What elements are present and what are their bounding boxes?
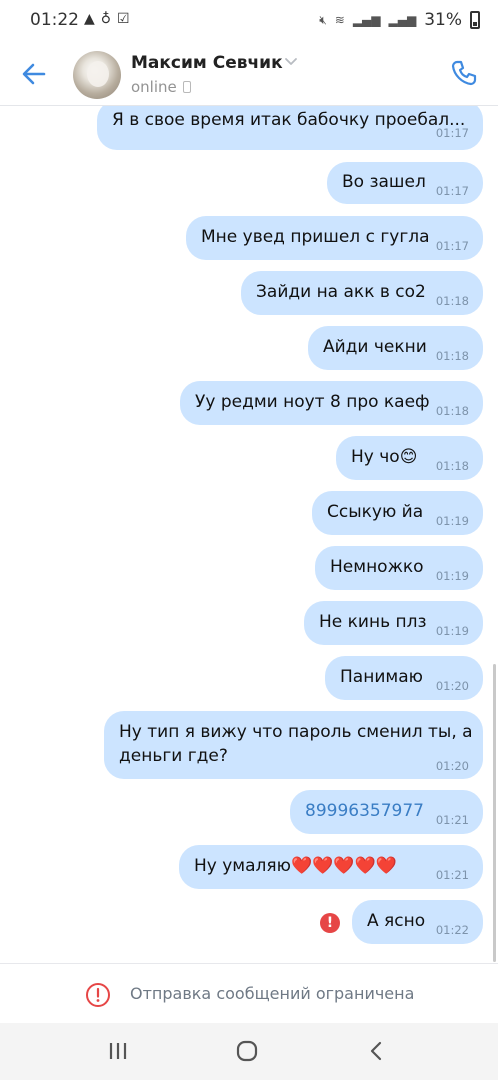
message-bubble[interactable]: Панимаю 01:20	[325, 656, 483, 700]
send-failed-icon[interactable]: !	[320, 913, 340, 933]
system-navbar	[0, 1023, 498, 1080]
message-time: 01:18	[435, 349, 469, 363]
message-time: 01:21	[435, 868, 469, 882]
contact-name[interactable]: Максим Севчик	[131, 53, 283, 73]
status-left-icons: ▲ ♁ ☑	[84, 10, 130, 28]
message-text: Не кинь плз	[319, 612, 427, 632]
recent-apps-icon	[109, 1043, 127, 1059]
message-time: 01:20	[435, 679, 469, 693]
message-time: 01:17	[435, 126, 469, 140]
wifi-calling-icon: ≋	[334, 13, 345, 27]
message-time: 01:19	[435, 624, 469, 638]
battery-icon	[470, 11, 480, 29]
message-text: Зайди на акк в со2	[256, 282, 426, 302]
status-bar: 01:22 ▲ ♁ ☑ 🔇︎ ≋ ▂▄▆ ▂▄▆ 31%	[0, 0, 498, 40]
home-button[interactable]	[232, 1036, 262, 1066]
avatar[interactable]	[73, 51, 121, 99]
battery-percent: 31%	[424, 10, 462, 30]
message-bubble[interactable]: 89996357977 01:21	[290, 790, 483, 834]
scrollbar[interactable]	[493, 664, 496, 962]
warning-icon: ▲	[84, 11, 95, 27]
back-icon	[370, 1041, 382, 1061]
nav-back-button[interactable]	[362, 1036, 392, 1066]
status-right-icons: 🔇︎ ≋ ▂▄▆ ▂▄▆ 31%	[319, 10, 480, 30]
message-bubble[interactable]: Ссыкую йа 01:19	[312, 491, 483, 535]
phone-icon	[451, 60, 477, 86]
phone-number-link[interactable]: 89996357977	[305, 799, 424, 823]
message-text: Мне увед пришел с гугла	[201, 227, 430, 247]
message-time: 01:19	[435, 569, 469, 583]
restriction-bar: Отправка сообщений ограничена	[0, 963, 498, 1023]
message-time: 01:18	[435, 404, 469, 418]
notification-icon: ♁	[100, 11, 112, 27]
message-text: Ну тип я вижу что пароль сменил ты, а де…	[119, 722, 473, 766]
message-bubble[interactable]: Ну чо😊 01:18	[336, 436, 483, 480]
contact-status: online	[131, 78, 191, 96]
message-text: Ссыкую йа	[327, 502, 424, 522]
message-bubble[interactable]: Ну тип я вижу что пароль сменил ты, а де…	[104, 711, 483, 779]
message-bubble[interactable]: Не кинь плз 01:19	[304, 601, 483, 645]
signal-icon: ▂▄▆	[352, 13, 381, 27]
signal-icon: ▂▄▆	[388, 13, 417, 27]
message-text: А ясно	[367, 911, 426, 931]
chat-header: Максим Севчик online	[0, 40, 498, 106]
mute-icon: 🔇︎	[319, 12, 327, 27]
message-time: 01:19	[435, 514, 469, 528]
message-bubble[interactable]: А ясно 01:22	[352, 900, 483, 944]
message-text: Айди чекни	[323, 337, 427, 357]
message-bubble[interactable]: Немножко 01:19	[315, 546, 483, 590]
message-bubble[interactable]: Айди чекни 01:18	[308, 326, 483, 370]
message-text: Я в свое время итак бабочку проебал...	[112, 110, 466, 130]
message-list[interactable]: Я в свое время итак бабочку проебал... 0…	[0, 106, 498, 963]
message-bubble[interactable]: Я в свое время итак бабочку проебал... 0…	[97, 106, 483, 150]
message-text: Немножко	[330, 557, 424, 577]
back-button[interactable]	[18, 58, 50, 90]
message-time: 01:17	[435, 239, 469, 253]
message-time: 01:17	[435, 184, 469, 198]
status-time: 01:22	[30, 10, 79, 30]
message-text: Уу редми ноут 8 про каеф	[195, 392, 430, 412]
message-time: 01:18	[435, 459, 469, 473]
message-bubble[interactable]: Уу редми ноут 8 про каеф 01:18	[180, 381, 483, 425]
message-bubble[interactable]: Зайди на акк в со2 01:18	[241, 271, 483, 315]
arrow-left-icon	[22, 63, 46, 85]
online-status: online	[131, 78, 177, 96]
message-time: 01:21	[435, 813, 469, 827]
mobile-device-icon	[182, 81, 191, 93]
message-time: 01:20	[435, 759, 469, 773]
message-bubble[interactable]: Ну умаляю❤️❤️❤️❤️❤️ 01:21	[179, 845, 483, 889]
message-bubble[interactable]: Мне увед пришел с гугла 01:17	[186, 216, 483, 260]
message-bubble[interactable]: Во зашел 01:17	[327, 162, 483, 204]
message-text: Ну умаляю❤️❤️❤️❤️❤️	[194, 856, 397, 876]
message-time: 01:18	[435, 294, 469, 308]
home-icon	[236, 1040, 258, 1062]
download-check-icon: ☑	[117, 11, 130, 27]
message-time: 01:22	[435, 923, 469, 937]
alert-circle-icon	[86, 983, 110, 1007]
message-text: Ну чо😊	[351, 447, 418, 467]
restriction-text: Отправка сообщений ограничена	[130, 984, 415, 1003]
message-text: Во зашел	[342, 172, 426, 192]
message-text: Панимаю	[340, 667, 423, 687]
recent-apps-button[interactable]	[103, 1036, 133, 1066]
chevron-down-icon[interactable]	[283, 53, 299, 69]
call-button[interactable]	[448, 57, 480, 89]
